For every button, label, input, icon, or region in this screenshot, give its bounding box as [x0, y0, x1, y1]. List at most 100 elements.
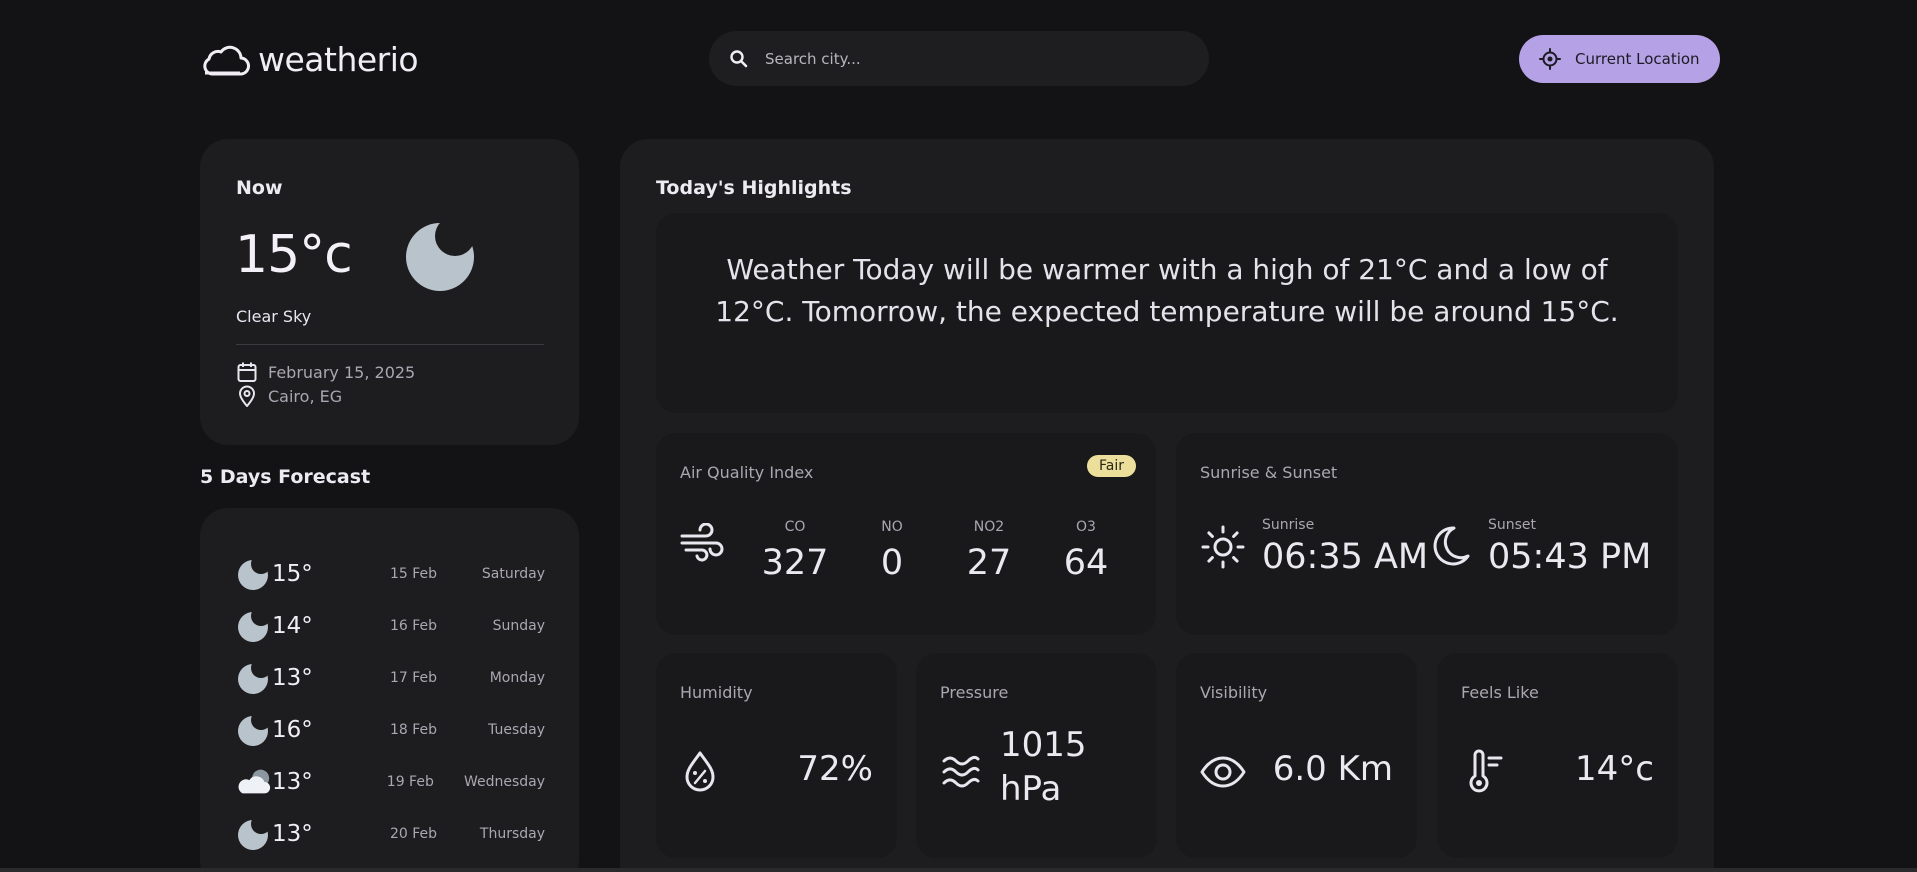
highlights-card: Today's Highlights Weather Today will be…	[620, 139, 1714, 872]
forecast-icon	[236, 609, 272, 643]
weather-summary: Weather Today will be warmer with a high…	[715, 253, 1619, 328]
eye-icon	[1200, 756, 1246, 788]
forecast-temp: 15°	[272, 561, 313, 587]
moon-icon	[1433, 526, 1470, 566]
aqi-no: NO 0	[857, 519, 927, 583]
logo-text: weatherio	[258, 40, 419, 79]
crosshair-icon	[1539, 48, 1561, 70]
forecast-date: 19 Feb	[386, 774, 434, 790]
forecast-temp: 13°	[272, 769, 313, 795]
wind-icon	[680, 523, 724, 562]
sunset-time: 05:43 PM	[1488, 537, 1652, 577]
forecast-icon	[236, 713, 272, 747]
moon-icon	[238, 716, 268, 746]
aqi-key: CO	[784, 519, 806, 535]
logo[interactable]: weatherio	[200, 40, 419, 79]
moon-icon	[238, 664, 268, 694]
pressure-label: Pressure	[940, 683, 1009, 702]
forecast-day: Tuesday	[488, 722, 545, 738]
aqi-value: 27	[966, 543, 1012, 583]
forecast-temp: 14°	[272, 613, 313, 639]
humidity-icon	[685, 751, 715, 792]
air-quality-card: Air Quality Index Fair CO 327 NO 0 NO2 2…	[656, 433, 1156, 635]
weather-summary-card: Weather Today will be warmer with a high…	[656, 213, 1678, 413]
highlights-title: Today's Highlights	[656, 177, 852, 199]
pressure-value: 1015 hPa	[1000, 723, 1087, 811]
forecast-temp: 16°	[272, 717, 313, 743]
aqi-value: 64	[1063, 543, 1109, 583]
current-location-button[interactable]: Current Location	[1519, 35, 1720, 83]
aqi-key: NO2	[973, 519, 1005, 535]
visibility-value: 6.0 Km	[1272, 749, 1393, 789]
humidity-value: 72%	[797, 749, 873, 789]
forecast-temp: 13°	[272, 665, 313, 691]
search-input[interactable]	[765, 49, 1145, 68]
app: weatherio Current Location Now 15°c Clea…	[0, 0, 1917, 872]
forecast-icon	[236, 817, 272, 851]
search-bar[interactable]	[709, 31, 1209, 86]
aqi-value: 0	[880, 543, 904, 583]
forecast-day: Monday	[489, 670, 545, 686]
aqi-o3: O3 64	[1051, 519, 1121, 583]
aqi-key: O3	[1076, 519, 1096, 535]
sunrise-time: 06:35 AM	[1262, 537, 1429, 577]
window-bottom-edge	[0, 868, 1917, 872]
forecast-day: Wednesday	[463, 774, 545, 790]
forecast-row: 14° 16 Feb Sunday	[236, 606, 545, 646]
current-date: February 15, 2025	[268, 362, 416, 382]
forecast-icon	[236, 557, 272, 591]
forecast-date: 20 Feb	[390, 826, 438, 842]
feels-like-label: Feels Like	[1461, 683, 1539, 702]
location-row: Cairo, EG	[236, 385, 342, 407]
current-weather-card: Now 15°c Clear Sky February 15, 2025 Cai…	[200, 139, 579, 445]
humidity-label: Humidity	[680, 683, 753, 702]
date-row: February 15, 2025	[236, 361, 415, 383]
current-location-label: Current Location	[1575, 50, 1700, 68]
moon-icon	[238, 612, 268, 642]
divider	[236, 344, 544, 345]
pressure-unit: hPa	[1000, 769, 1062, 809]
visibility-label: Visibility	[1200, 683, 1268, 702]
forecast-row: 13° 17 Feb Monday	[236, 658, 545, 698]
moon-icon	[238, 560, 268, 590]
sunrise-sunset-card: Sunrise & Sunset Sunrise 06:35 AM Sunset…	[1176, 433, 1678, 635]
forecast-day: Saturday	[481, 566, 545, 582]
air-quality-label: Air Quality Index	[680, 463, 814, 482]
forecast-date: 18 Feb	[390, 722, 438, 738]
sunrise-block: Sunrise 06:35 AM	[1200, 517, 1428, 577]
aqi-status-badge: Fair	[1087, 455, 1136, 477]
visibility-card: Visibility 6.0 Km	[1176, 653, 1417, 858]
sunrise-sunset-label: Sunrise & Sunset	[1200, 463, 1338, 482]
now-label: Now	[236, 177, 283, 199]
aqi-co: CO 327	[760, 519, 830, 583]
current-location: Cairo, EG	[268, 386, 343, 406]
moon-icon	[238, 820, 268, 850]
feels-like-card: Feels Like 14°c	[1437, 653, 1678, 858]
forecast-icon	[236, 661, 272, 695]
pressure-number: 1015	[1000, 725, 1087, 765]
forecast-temp: 13°	[272, 821, 313, 847]
location-pin-icon	[238, 385, 256, 407]
aqi-key: NO	[881, 519, 903, 535]
forecast-row: 16° 18 Feb Tuesday	[236, 710, 545, 750]
sunrise-label: Sunrise	[1262, 517, 1315, 533]
forecast-date: 17 Feb	[390, 670, 438, 686]
forecast-card: 15° 15 Feb Saturday 14° 16 Feb Sunday 13° 17 Fe…	[200, 508, 579, 872]
search-icon	[730, 49, 748, 67]
sun-icon	[1201, 525, 1245, 569]
forecast-day: Sunday	[492, 618, 545, 634]
calendar-icon	[237, 362, 257, 382]
thermometer-icon	[1469, 749, 1503, 793]
forecast-title: 5 Days Forecast	[200, 466, 371, 488]
weather-condition: Clear Sky	[236, 307, 312, 326]
feels-like-value: 14°c	[1575, 749, 1654, 789]
forecast-row: 13° 20 Feb Thursday	[236, 814, 545, 854]
pressure-card: Pressure 1015 hPa	[916, 653, 1157, 858]
cloud-icon	[203, 45, 250, 75]
forecast-icon	[236, 765, 272, 799]
forecast-date: 16 Feb	[390, 618, 438, 634]
waves-icon	[942, 755, 980, 788]
current-temperature: 15°c	[235, 225, 353, 285]
moon-icon	[406, 223, 474, 291]
humidity-card: Humidity 72%	[656, 653, 897, 858]
